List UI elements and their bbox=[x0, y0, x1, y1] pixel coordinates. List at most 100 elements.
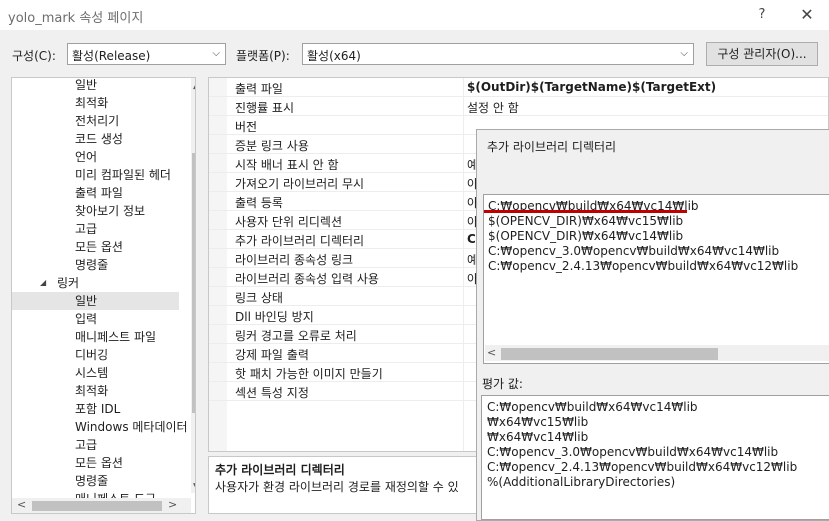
description-title: 추가 라이브러리 디렉터리 bbox=[215, 463, 345, 477]
scroll-right-icon[interactable]: > bbox=[168, 498, 177, 511]
property-name: 링커 경고를 오류로 처리 bbox=[235, 329, 357, 343]
description-text: 사용자가 환경 라이브러리 경로를 재정의할 수 있 bbox=[215, 480, 459, 494]
help-button[interactable]: ? bbox=[748, 4, 776, 26]
property-value: 설정 안 함 bbox=[467, 101, 519, 115]
chevron-down-icon: ⌵ bbox=[212, 48, 220, 59]
tree-item[interactable]: 일반 bbox=[12, 292, 179, 310]
tree-item-label: 링커 bbox=[57, 276, 80, 290]
config-dropdown[interactable]: 활성(Release) ⌵ bbox=[67, 43, 226, 65]
property-value: C bbox=[467, 232, 476, 246]
tree-item-label: 매니페스트 파일 bbox=[75, 330, 157, 344]
config-value: 활성(Release) bbox=[72, 49, 151, 63]
property-name: 강제 파일 출력 bbox=[235, 348, 309, 362]
property-name: 추가 라이브러리 디렉터리 bbox=[235, 234, 365, 248]
property-name: 가져오기 라이브러리 무시 bbox=[235, 177, 365, 191]
tree-item[interactable]: 모든 옵션 bbox=[12, 454, 179, 472]
tree-item[interactable]: 고급 bbox=[12, 436, 179, 454]
property-name: 버전 bbox=[235, 120, 258, 134]
tree-item-label: 포함 IDL bbox=[75, 402, 121, 416]
property-name: 증분 링크 사용 bbox=[235, 139, 309, 153]
property-tree: 일반 최적화 전처리기 코드 생성 언어 미리 컴파일된 헤더 출력 파일 찾아보기 정보 고급… bbox=[11, 77, 196, 514]
config-label: 구성(C): bbox=[12, 49, 56, 63]
tree-scroll-thumb[interactable] bbox=[192, 153, 195, 413]
tree-item[interactable]: 모든 옵션 bbox=[12, 238, 179, 256]
window-title: yolo_mark 속성 페이지 bbox=[8, 11, 144, 26]
tree-item[interactable]: 포함 IDL bbox=[12, 400, 179, 418]
chevron-down-icon: ⌵ bbox=[680, 48, 688, 59]
collapse-arrow-icon[interactable]: ◢ bbox=[40, 274, 46, 292]
tree-item-label: 고급 bbox=[75, 222, 98, 236]
scroll-left-icon[interactable]: < bbox=[487, 346, 496, 359]
tree-item-label: 전처리기 bbox=[75, 114, 120, 128]
tree-item[interactable]: Windows 메타데이터 bbox=[12, 418, 188, 436]
property-name: 핫 패치 가능한 이미지 만들기 bbox=[235, 367, 383, 381]
tree-item[interactable]: 매니페스트 파일 bbox=[12, 328, 179, 346]
tree-item[interactable]: 최적화 bbox=[12, 382, 179, 400]
property-name: 출력 파일 bbox=[235, 82, 283, 96]
scroll-left-icon[interactable]: < bbox=[17, 498, 26, 511]
tree-item-label: 미리 컴파일된 헤더 bbox=[75, 168, 171, 182]
tree-item[interactable]: 전처리기 bbox=[12, 112, 179, 130]
tree-item-label: 출력 파일 bbox=[75, 186, 123, 200]
tree-item[interactable]: 고급 bbox=[12, 220, 179, 238]
directory-list[interactable]: C:₩opencv₩build₩x64₩vc14₩lib $(OPENCV_DIR… bbox=[483, 194, 829, 364]
tree-item-label: 찾아보기 정보 bbox=[75, 204, 146, 218]
tree-item-label: 일반 bbox=[75, 294, 98, 308]
tree-item-label: 고급 bbox=[75, 438, 98, 452]
tree-item[interactable]: 코드 생성 bbox=[12, 130, 179, 148]
tree-item[interactable]: 명령줄 bbox=[12, 256, 179, 274]
tree-item[interactable]: 출력 파일 bbox=[12, 184, 179, 202]
property-value: $(OutDir)$(TargetName)$(TargetExt) bbox=[467, 80, 717, 94]
tree-item-label: 입력 bbox=[75, 312, 98, 326]
tree-item-label: Windows 메타데이터 bbox=[75, 420, 188, 434]
description-panel: 추가 라이브러리 디렉터리 사용자가 환경 라이브러리 경로를 재정의할 수 있 bbox=[208, 456, 508, 514]
evaluated-value: C:₩opencv_2.4.13₩opencv₩build₩x64₩vc12₩l… bbox=[487, 460, 798, 474]
tree-item[interactable]: 언어 bbox=[12, 148, 179, 166]
scroll-down-icon[interactable]: ▼ bbox=[193, 482, 195, 492]
platform-label: 플랫폼(P): bbox=[236, 49, 290, 63]
tree-item-label: 명령줄 bbox=[75, 258, 109, 272]
tree-item-label: 최적화 bbox=[75, 384, 109, 398]
additional-library-directories-dialog: 추가 라이브러리 디렉터리 C:₩opencv₩build₩x64₩vc14₩l… bbox=[476, 129, 829, 521]
directory-entry[interactable]: $(OPENCV_DIR)₩x64₩vc15₩lib bbox=[488, 214, 683, 228]
tree-hscroll-thumb[interactable] bbox=[32, 501, 162, 511]
property-name: 라이브러리 종속성 입력 사용 bbox=[235, 272, 379, 286]
evaluated-value: C:₩opencv_3.0₩opencv₩build₩x64₩vc14₩lib bbox=[487, 445, 779, 459]
list-hscroll-thumb[interactable] bbox=[501, 348, 718, 360]
tree-item-label: 모든 옵션 bbox=[75, 240, 123, 254]
directory-entry[interactable]: C:₩opencv_3.0₩opencv₩build₩x64₩vc14₩lib bbox=[488, 244, 779, 258]
tree-item-label: 최적화 bbox=[75, 96, 109, 110]
tree-item-label: 명령줄 bbox=[75, 474, 109, 488]
directory-entry[interactable]: $(OPENCV_DIR)₩x64₩vc14₩lib bbox=[488, 229, 683, 243]
property-name: Dll 바인딩 방지 bbox=[235, 310, 314, 324]
close-icon[interactable]: ✕ bbox=[792, 4, 822, 26]
evaluated-value: %(AdditionalLibraryDirectories) bbox=[487, 475, 676, 489]
evaluated-value: C:₩opencv₩build₩x64₩vc14₩lib bbox=[487, 400, 698, 414]
tree-item-label: 시스템 bbox=[75, 366, 109, 380]
platform-value: 활성(x64) bbox=[307, 49, 361, 63]
evaluated-values-box: C:₩opencv₩build₩x64₩vc14₩lib ₩x64₩vc15₩li… bbox=[481, 395, 829, 520]
tree-item-label: 코드 생성 bbox=[75, 132, 123, 146]
property-name: 링크 상태 bbox=[235, 291, 283, 305]
tree-item[interactable]: 입력 bbox=[12, 310, 179, 328]
property-name: 시작 배너 표시 안 함 bbox=[235, 158, 339, 172]
platform-dropdown[interactable]: 활성(x64) ⌵ bbox=[302, 43, 694, 65]
highlight-underline bbox=[484, 210, 687, 213]
property-row[interactable]: 출력 파일 $(OutDir)$(TargetName)$(TargetExt) bbox=[209, 78, 828, 97]
evaluated-value-label: 평가 값: bbox=[482, 377, 523, 391]
title-bar: yolo_mark 속성 페이지 ? ✕ bbox=[0, 0, 829, 30]
configuration-manager-button[interactable]: 구성 관리자(O)... bbox=[706, 42, 818, 66]
tree-item-label: 언어 bbox=[75, 150, 98, 164]
directory-entry[interactable]: C:₩opencv_2.4.13₩opencv₩build₩x64₩vc12₩l… bbox=[488, 259, 798, 273]
property-row[interactable]: 진행률 표시 설정 안 함 bbox=[209, 97, 828, 116]
tree-item[interactable]: 명령줄 bbox=[12, 472, 179, 490]
tree-item[interactable]: 최적화 bbox=[12, 94, 179, 112]
property-name: 섹션 특성 지정 bbox=[235, 386, 309, 400]
tree-item[interactable]: 미리 컴파일된 헤더 bbox=[12, 166, 179, 184]
tree-item[interactable]: 디버깅 bbox=[12, 346, 179, 364]
tree-item[interactable]: ◢ 링커 bbox=[12, 274, 179, 292]
scroll-up-icon[interactable]: ▲ bbox=[193, 81, 195, 91]
tree-item[interactable]: 시스템 bbox=[12, 364, 179, 382]
tree-item[interactable]: 찾아보기 정보 bbox=[12, 202, 179, 220]
tree-item[interactable]: 일반 bbox=[12, 78, 179, 94]
